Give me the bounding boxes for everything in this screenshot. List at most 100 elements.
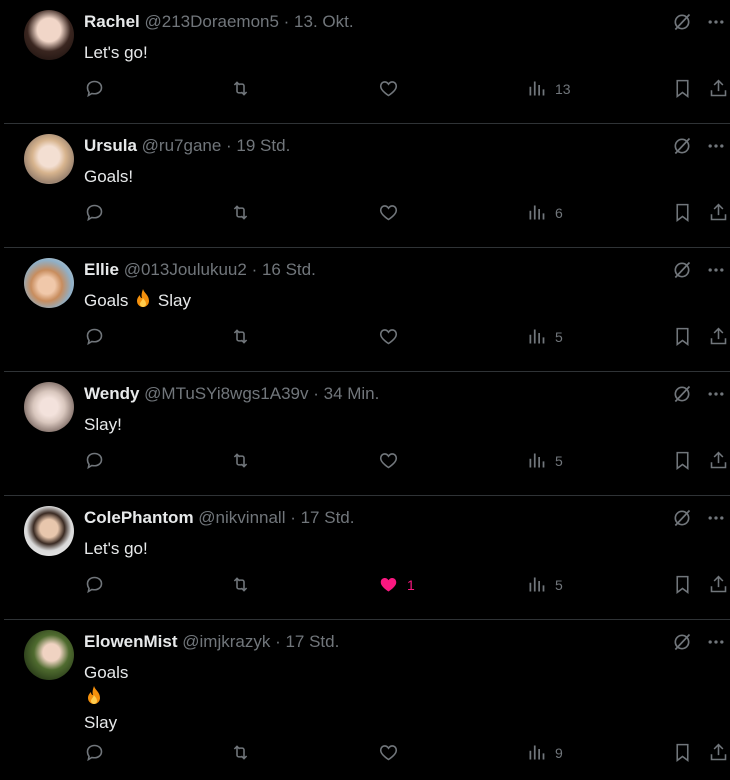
grok-icon[interactable] [672,260,692,280]
bookmark-button[interactable] [672,742,693,763]
tweet-header: Ursula @ru7gane · 19 Std. [84,136,290,156]
reply-button[interactable] [84,450,105,471]
author-handle[interactable]: @imjkrazyk [182,632,270,651]
more-options-icon[interactable] [706,136,726,156]
more-options-icon[interactable] [706,12,726,32]
share-button[interactable] [708,78,729,99]
author-handle[interactable]: @ru7gane [142,136,222,155]
reply-button[interactable] [84,574,105,595]
repost-button[interactable] [230,326,251,347]
share-button[interactable] [708,450,729,471]
separator: · [221,136,237,155]
grok-icon[interactable] [672,508,692,528]
tweet-line: Slay! [84,415,122,434]
bookmark-button[interactable] [672,574,693,595]
grok-icon[interactable] [672,632,692,652]
tweet-line: Goals [84,663,129,682]
grok-icon[interactable] [672,12,692,32]
more-options-icon[interactable] [706,632,726,652]
author-name[interactable]: Wendy [84,384,139,403]
author-name[interactable]: Rachel [84,12,140,31]
views-button[interactable]: 5 [526,326,563,347]
bookmark-icon [676,327,689,346]
separator: · [270,632,286,651]
reply-button[interactable] [84,742,105,763]
reply-button[interactable] [84,202,105,223]
timestamp[interactable]: 17 Std. [301,508,355,527]
avatar[interactable] [24,10,74,60]
tweet[interactable]: Rachel @213Doraemon5 · 13. Okt. Let's go… [4,0,730,124]
tweet[interactable]: ColePhantom @nikvinnall · 17 Std. Let's … [4,496,730,620]
author-name[interactable]: Ursula [84,136,137,155]
views-button[interactable]: 9 [526,742,563,763]
timestamp[interactable]: 13. Okt. [294,12,354,31]
share-icon [710,451,727,469]
author-handle[interactable]: @MTuSYi8wgs1A39v [144,384,308,403]
repost-icon [233,453,248,468]
like-button[interactable] [378,326,407,347]
views-button[interactable]: 13 [526,78,571,99]
share-button[interactable] [708,742,729,763]
share-button[interactable] [708,574,729,595]
more-options-icon[interactable] [706,508,726,528]
like-button[interactable] [378,450,407,471]
avatar[interactable] [24,506,74,556]
share-button[interactable] [708,326,729,347]
views-count: 5 [555,328,563,345]
tweet[interactable]: Ellie @013Joulukuu2 · 16 Std. Goals Slay… [4,248,730,372]
like-button[interactable] [378,202,407,223]
author-handle[interactable]: @nikvinnall [198,508,285,527]
tweet-line: Goals! [84,167,134,186]
like-button[interactable] [378,78,407,99]
views-icon [529,205,545,220]
fire-emoji-line [84,685,128,710]
grok-icon[interactable] [672,384,692,404]
more-options-icon[interactable] [706,260,726,280]
avatar[interactable] [24,630,74,680]
avatar[interactable] [24,382,74,432]
bookmark-button[interactable] [672,326,693,347]
author-handle[interactable]: @213Doraemon5 [144,12,278,31]
repost-button[interactable] [230,574,251,595]
tweet[interactable]: Wendy @MTuSYi8wgs1A39v · 34 Min. Slay! 5 [4,372,730,496]
reply-button[interactable] [84,78,105,99]
tweet-header: Rachel @213Doraemon5 · 13. Okt. [84,12,354,32]
author-name[interactable]: Ellie [84,260,119,279]
share-icon [710,743,727,761]
bookmark-button[interactable] [672,202,693,223]
avatar[interactable] [24,258,74,308]
author-name[interactable]: ColePhantom [84,508,194,527]
bookmark-icon [676,79,689,98]
separator: · [246,260,262,279]
timestamp[interactable]: 17 Std. [285,632,339,651]
tweet[interactable]: Ursula @ru7gane · 19 Std. Goals! 6 [4,124,730,248]
heart-icon [379,329,398,345]
share-button[interactable] [708,202,729,223]
timestamp[interactable]: 19 Std. [236,136,290,155]
views-button[interactable]: 6 [526,202,563,223]
author-name[interactable]: ElowenMist [84,632,178,651]
like-button-active[interactable]: 1 [378,574,415,595]
avatar[interactable] [24,134,74,184]
repost-button[interactable] [230,742,251,763]
repost-button[interactable] [230,450,251,471]
like-button[interactable] [378,742,407,763]
bookmark-button[interactable] [672,78,693,99]
tweet-text: Let's go! [84,536,148,561]
views-button[interactable]: 5 [526,574,563,595]
tweet-text: Goals! [84,164,133,189]
timestamp[interactable]: 16 Std. [262,260,316,279]
author-handle[interactable]: @013Joulukuu2 [124,260,247,279]
bookmark-button[interactable] [672,450,693,471]
views-icon [529,453,545,468]
reply-button[interactable] [84,326,105,347]
grok-icon[interactable] [672,136,692,156]
repost-button[interactable] [230,202,251,223]
share-icon [710,203,727,221]
views-button[interactable]: 5 [526,450,563,471]
repost-icon [233,329,248,344]
more-options-icon[interactable] [706,384,726,404]
timestamp[interactable]: 34 Min. [324,384,380,403]
tweet[interactable]: ElowenMist @imjkrazyk · 17 Std. Goals Sl… [4,620,730,778]
repost-button[interactable] [230,78,251,99]
